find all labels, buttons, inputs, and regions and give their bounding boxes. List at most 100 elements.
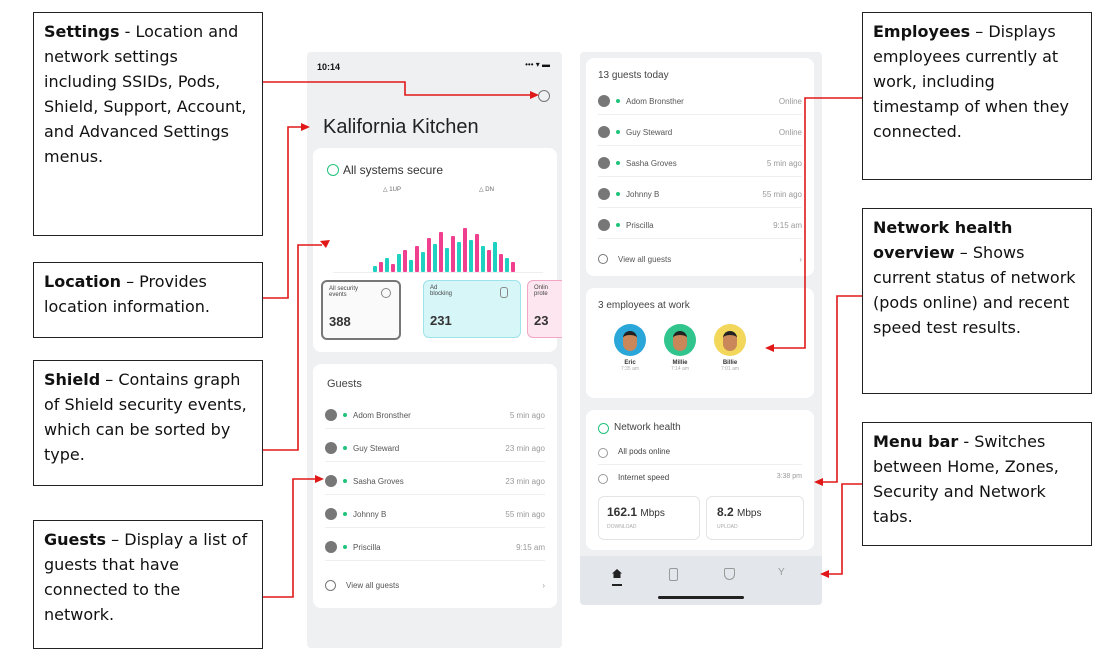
online-dot	[616, 130, 620, 134]
chart-bar	[421, 252, 425, 272]
guest-row[interactable]: Adom Bronsther 5 min ago	[325, 402, 545, 429]
home-icon[interactable]	[612, 569, 622, 578]
guest-today-row[interactable]: Adom Bronsther Online	[598, 88, 802, 115]
arrow-menubar	[828, 483, 862, 575]
left-phone-screen: 10:14 ••• ▾ ▬ Kalifornia Kitchen All sys…	[307, 52, 562, 648]
chart-bar	[427, 238, 431, 272]
shield-card[interactable]: All systems secure △ 1UP △ DN All securi…	[313, 148, 562, 352]
guests-title: Guests	[327, 378, 362, 390]
chart-bar	[385, 258, 389, 272]
employee-item[interactable]: Millie 7:14 am	[658, 324, 702, 372]
zones-icon[interactable]	[669, 568, 678, 581]
download-box[interactable]: 162.1 Mbps DOWNLOAD	[598, 496, 700, 540]
guest-today-row[interactable]: Priscilla 9:15 am	[598, 212, 802, 239]
download-unit: Mbps	[640, 508, 665, 519]
globe-icon	[598, 474, 608, 484]
pods-icon	[598, 448, 608, 458]
network-health-card: Network health All pods online Internet …	[586, 410, 814, 550]
employee-time: 7:01 am	[720, 366, 740, 372]
upload-label: UPLOAD	[717, 524, 738, 530]
guest-name: Adom Bronsther	[353, 410, 411, 420]
callout-settings: Settings - Location and network settings…	[33, 12, 263, 236]
chart-bar	[433, 244, 437, 272]
divider	[598, 464, 802, 465]
location-title: Kalifornia Kitchen	[323, 116, 479, 138]
view-all-guests-button[interactable]: View all guests ›	[325, 572, 545, 598]
avatar-icon	[598, 157, 610, 169]
employee-time: 7:35 am	[620, 366, 640, 372]
online-dot	[616, 99, 620, 103]
online-dot	[343, 545, 347, 549]
chart-bar	[487, 250, 491, 272]
legend-upload: △ 1UP	[383, 187, 401, 193]
guest-row[interactable]: Guy Steward 23 min ago	[325, 435, 545, 462]
guest-today-name: Priscilla	[626, 220, 654, 230]
callout-settings-text: - Location and network settings includin…	[44, 22, 247, 166]
network-icon[interactable]: Y	[778, 567, 785, 578]
employee-avatar	[714, 324, 746, 356]
callout-menubar-title: Menu bar	[873, 432, 959, 451]
online-dot	[616, 192, 620, 196]
chart-bar	[505, 258, 509, 272]
online-dot	[616, 161, 620, 165]
guest-name: Johnny B	[353, 509, 387, 519]
guest-today-time: 9:15 am	[773, 220, 802, 230]
guests-card: Guests Adom Bronsther 5 min ago Guy Stewar…	[313, 364, 557, 608]
right-view-all-guests-button[interactable]: View all guests ›	[598, 248, 802, 270]
online-dot	[343, 413, 347, 417]
shield-check-icon	[327, 164, 339, 176]
stat-ad-blocking[interactable]: Ad blocking 231	[423, 280, 521, 338]
stat-all-security-icon	[381, 288, 391, 298]
guest-name: Sasha Groves	[353, 476, 404, 486]
guest-time: 5 min ago	[509, 410, 545, 420]
avatar-icon	[598, 219, 610, 231]
status-icons: ••• ▾ ▬	[525, 60, 550, 69]
avatar-icon	[325, 409, 337, 421]
employee-item[interactable]: Eric 7:35 am	[608, 324, 652, 372]
callout-guests: Guests – Display a list of guests that h…	[33, 520, 263, 649]
employee-item[interactable]: Billie 7:01 am	[708, 324, 752, 372]
menu-bar: Y	[580, 556, 822, 605]
guest-row[interactable]: Priscilla 9:15 am	[325, 534, 545, 561]
settings-icon[interactable]	[538, 90, 550, 102]
chart-bar	[481, 246, 485, 272]
guest-row[interactable]: Johnny B 55 min ago	[325, 501, 545, 528]
avatar-icon	[325, 541, 337, 553]
security-icon[interactable]	[724, 568, 735, 580]
callout-shield-title: Shield	[44, 370, 101, 389]
stat-online-protection[interactable]: Onlin prote 23	[527, 280, 562, 338]
face-icon	[723, 331, 737, 351]
stat-all-security-value: 388	[329, 314, 351, 329]
online-dot	[343, 479, 347, 483]
avatar-icon	[598, 95, 610, 107]
avatar-icon	[598, 188, 610, 200]
guest-today-time: 5 min ago	[766, 158, 802, 168]
callout-employees-title: Employees	[873, 22, 971, 41]
guest-row[interactable]: Sasha Groves 23 min ago	[325, 468, 545, 495]
employee-time: 7:14 am	[670, 366, 690, 372]
chart-bar	[379, 262, 383, 272]
upload-unit: Mbps	[737, 508, 762, 519]
chart-bar	[457, 242, 461, 272]
guest-today-row[interactable]: Johnny B 55 min ago	[598, 181, 802, 208]
stat-ad-blocking-icon	[500, 287, 508, 298]
chart-bar	[445, 248, 449, 272]
guest-today-time: Online	[778, 127, 802, 137]
chart-bar	[391, 264, 395, 272]
guests-today-title: 13 guests today	[598, 70, 669, 81]
stat-online-protection-label: Onlin prote	[534, 285, 549, 297]
guest-today-row[interactable]: Sasha Groves 5 min ago	[598, 150, 802, 177]
info-icon	[325, 579, 336, 591]
guest-today-name: Adom Bronsther	[626, 96, 684, 106]
stat-all-security[interactable]: All security events 388	[321, 280, 401, 340]
view-all-guests-label: View all guests	[346, 580, 400, 590]
health-check-icon	[598, 423, 609, 434]
callout-guests-title: Guests	[44, 530, 107, 549]
upload-box[interactable]: 8.2 Mbps UPLOAD	[706, 496, 804, 540]
guest-today-row[interactable]: Guy Steward Online	[598, 119, 802, 146]
security-events-chart[interactable]	[333, 202, 543, 273]
avatar-icon	[325, 508, 337, 520]
guest-time: 23 min ago	[505, 443, 545, 453]
avatar-icon	[325, 475, 337, 487]
chart-bar	[499, 254, 503, 272]
